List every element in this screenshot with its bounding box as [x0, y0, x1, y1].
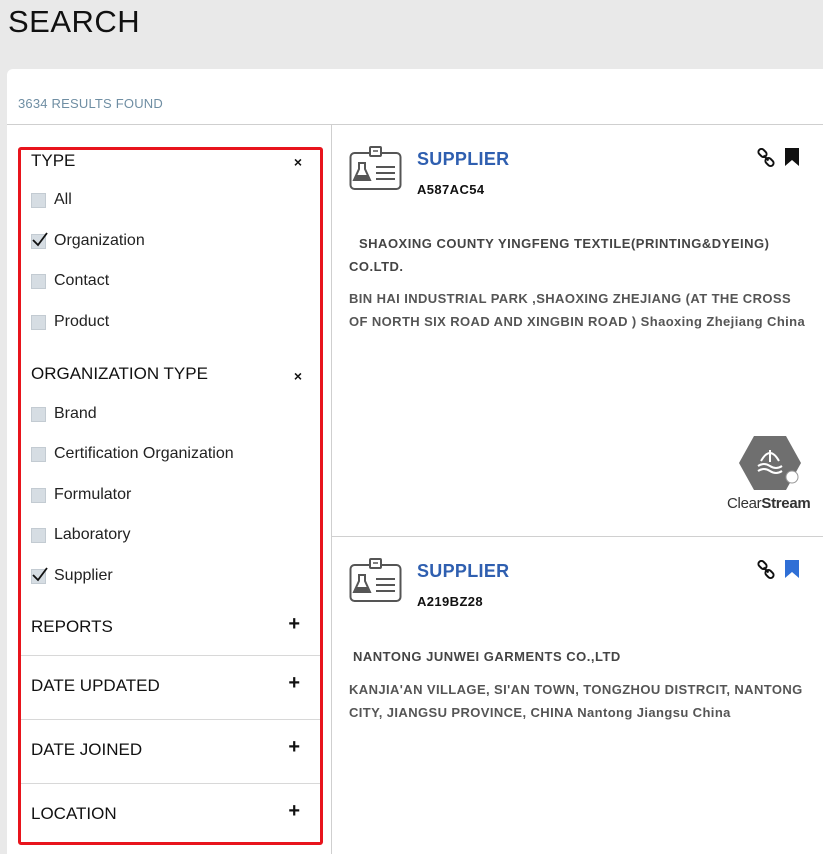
- filter-box: TYPE × All Organization Contact Product: [18, 147, 323, 845]
- page-title: SEARCH: [8, 4, 141, 39]
- filter-option-formulator[interactable]: Formulator: [31, 484, 131, 506]
- checkbox[interactable]: [31, 231, 48, 249]
- checkbox[interactable]: [31, 406, 46, 422]
- clearstream-logo-icon: [739, 436, 801, 490]
- checkbox[interactable]: [31, 446, 46, 462]
- filter-option-all[interactable]: All: [31, 189, 72, 211]
- close-icon[interactable]: ×: [294, 368, 302, 384]
- check-icon: [32, 566, 48, 581]
- bookmark-icon[interactable]: [784, 148, 800, 166]
- filter-heading-organization-type: ORGANIZATION TYPE: [31, 364, 208, 383]
- filter-section-label: DATE UPDATED: [31, 676, 160, 695]
- supplier-badge-icon: [349, 146, 402, 190]
- checkbox[interactable]: [31, 192, 46, 208]
- supplier-badge-icon: [349, 558, 402, 602]
- filter-option-brand[interactable]: Brand: [31, 403, 97, 425]
- filter-option-contact[interactable]: Contact: [31, 270, 109, 292]
- filter-section-reports[interactable]: REPORTS +: [21, 597, 320, 661]
- filter-option-label: Certification Organization: [54, 445, 234, 462]
- filter-section-label: REPORTS: [31, 617, 113, 636]
- filter-option-label: Brand: [54, 405, 97, 422]
- clearstream-badge: ClearStream: [727, 435, 811, 527]
- checkbox[interactable]: [31, 314, 46, 330]
- filter-option-laboratory[interactable]: Laboratory: [31, 524, 131, 546]
- filter-section-date-joined[interactable]: DATE JOINED +: [21, 719, 320, 783]
- filter-option-label: Contact: [54, 272, 110, 289]
- filter-option-label: Formulator: [54, 486, 132, 503]
- plus-icon[interactable]: +: [288, 736, 300, 759]
- card-company-name: NANTONG JUNWEI GARMENTS CO.,LTD: [353, 649, 621, 664]
- filter-heading-type: TYPE: [31, 151, 76, 170]
- result-card[interactable]: SUPPLIER A587AC54 SHAOXING COUNTY YINGFE…: [332, 125, 823, 536]
- card-id: A587AC54: [417, 182, 485, 197]
- filter-option-label: Organization: [54, 232, 145, 249]
- filter-option-label: Laboratory: [54, 526, 131, 543]
- plus-icon[interactable]: +: [288, 800, 300, 823]
- check-icon: [32, 231, 48, 246]
- card-id: A219BZ28: [417, 594, 484, 609]
- checkbox[interactable]: [31, 566, 48, 584]
- card-type[interactable]: SUPPLIER: [417, 149, 509, 170]
- filter-section-label: LOCATION: [31, 804, 117, 823]
- filter-section-location[interactable]: LOCATION +: [21, 783, 320, 847]
- link-icon[interactable]: [756, 560, 776, 580]
- close-icon[interactable]: ×: [294, 154, 302, 170]
- card-company-name: SHAOXING COUNTY YINGFENG TEXTILE(PRINTIN…: [349, 236, 770, 274]
- clearstream-wordmark: ClearStream: [727, 495, 811, 512]
- bookmark-icon[interactable]: [784, 560, 800, 578]
- filter-option-certification-organization[interactable]: Certification Organization: [31, 443, 234, 465]
- filter-sidebar: TYPE × All Organization Contact Product: [7, 125, 332, 854]
- plus-icon[interactable]: +: [288, 672, 300, 695]
- link-icon[interactable]: [756, 148, 776, 168]
- filter-option-organization[interactable]: Organization: [31, 230, 145, 252]
- filter-option-label: Product: [54, 313, 110, 330]
- results-panel: 3634 RESULTS FOUND TYPE × All Organizati…: [7, 69, 823, 854]
- filter-option-label: Supplier: [54, 567, 113, 584]
- filter-option-label: All: [54, 191, 72, 208]
- checkbox[interactable]: [31, 273, 46, 289]
- checkbox[interactable]: [31, 527, 46, 543]
- filter-section-date-updated[interactable]: DATE UPDATED +: [21, 655, 320, 719]
- card-address: KANJIA'AN VILLAGE, SI'AN TOWN, TONGZHOU …: [349, 682, 803, 720]
- filter-option-supplier[interactable]: Supplier: [31, 565, 113, 587]
- filter-section-label: DATE JOINED: [31, 740, 143, 759]
- results-list: SUPPLIER A587AC54 SHAOXING COUNTY YINGFE…: [332, 125, 823, 854]
- card-type[interactable]: SUPPLIER: [417, 561, 509, 582]
- plus-icon[interactable]: +: [288, 613, 300, 636]
- card-address: BIN HAI INDUSTRIAL PARK ,SHAOXING ZHEJIA…: [349, 291, 806, 329]
- results-count: 3634 RESULTS FOUND: [18, 96, 163, 111]
- result-card[interactable]: SUPPLIER A219BZ28 NANTONG JUNWEI GARMENT…: [332, 536, 823, 854]
- checkbox[interactable]: [31, 487, 46, 503]
- filter-option-product[interactable]: Product: [31, 311, 109, 333]
